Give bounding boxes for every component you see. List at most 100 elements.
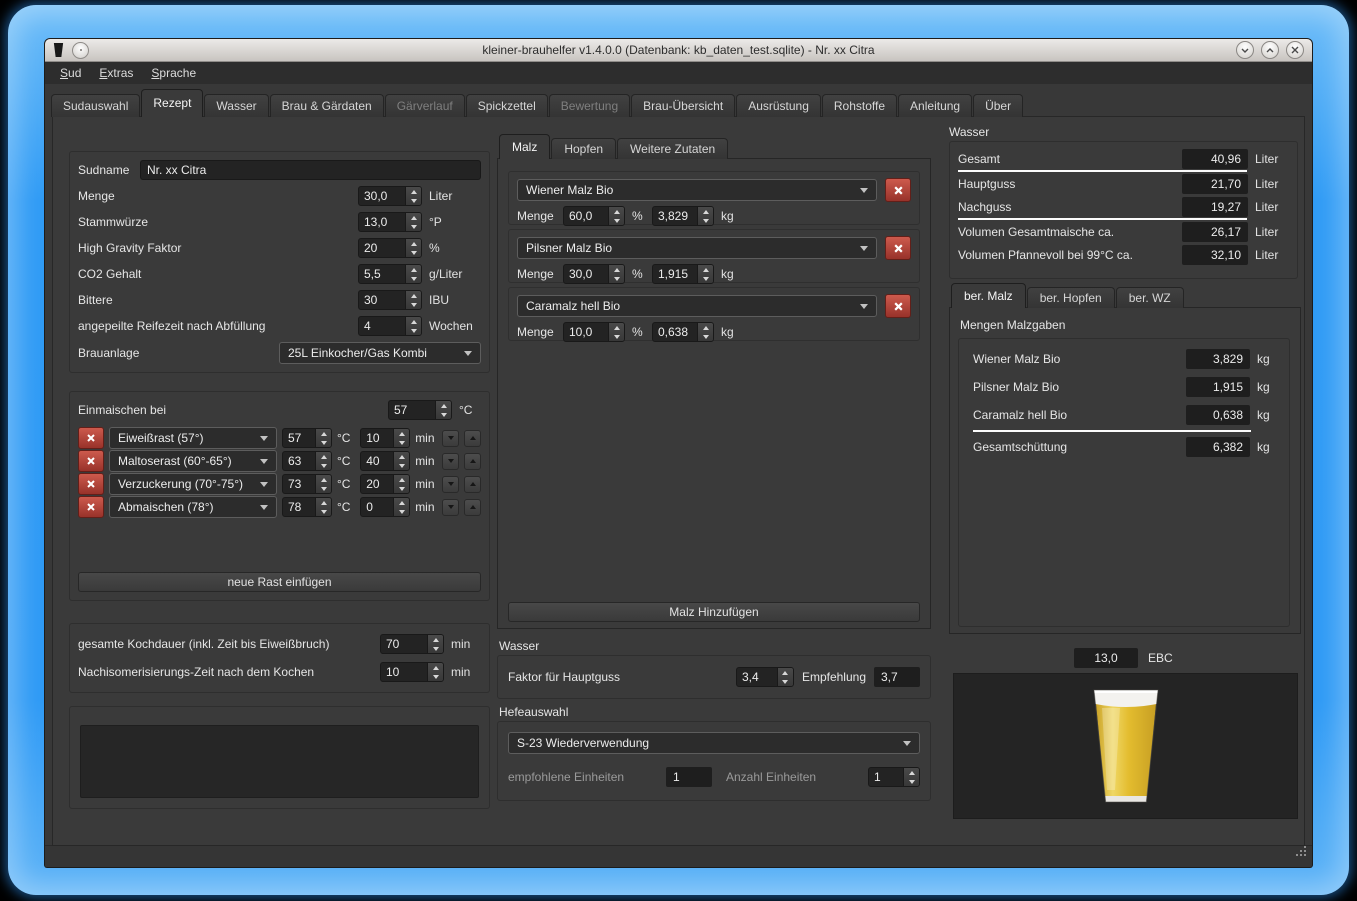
spin-arrows-icon[interactable] [405, 239, 421, 257]
spin-arrows-icon[interactable] [697, 207, 713, 225]
move-rest-up-button[interactable] [464, 499, 481, 516]
spin-arrows-icon[interactable] [697, 265, 713, 283]
rest-temp-spinbox[interactable]: 73 [282, 474, 332, 494]
stammwuerze-spinbox[interactable]: 13,0 [358, 212, 422, 232]
rest-time-spinbox[interactable]: 0 [360, 497, 410, 517]
rest-time-spinbox[interactable]: 40 [360, 451, 410, 471]
rest-temp-spinbox[interactable]: 57 [282, 428, 332, 448]
delete-rest-button[interactable] [78, 473, 104, 495]
menu-sud[interactable]: Sud [51, 62, 90, 84]
menu-sprache[interactable]: Sprache [142, 62, 205, 84]
rest-combobox[interactable]: Verzuckerung (70°-75°) [109, 473, 277, 495]
spin-arrows-icon[interactable] [393, 475, 409, 493]
delete-malt-button[interactable] [885, 178, 911, 202]
tab-ausruestung[interactable]: Ausrüstung [736, 94, 821, 117]
tab-rezept[interactable]: Rezept [141, 89, 203, 117]
move-rest-down-button[interactable] [442, 476, 459, 493]
delete-rest-button[interactable] [78, 427, 104, 449]
spin-arrows-icon[interactable] [777, 668, 793, 686]
tab-ber-malz[interactable]: ber. Malz [951, 283, 1026, 308]
spin-arrows-icon[interactable] [393, 498, 409, 516]
unit-count-spinbox[interactable]: 1 [868, 767, 920, 787]
malt-combobox[interactable]: Pilsner Malz Bio [517, 237, 877, 259]
tab-brau-uebersicht[interactable]: Brau-Übersicht [631, 94, 735, 117]
malt-combobox[interactable]: Caramalz hell Bio [517, 295, 877, 317]
move-rest-down-button[interactable] [442, 453, 459, 470]
malt-kg-spinbox[interactable]: 1,915 [652, 264, 714, 284]
spin-arrows-icon[interactable] [405, 265, 421, 283]
minimize-button[interactable] [1236, 41, 1254, 59]
tab-spickzettel[interactable]: Spickzettel [466, 94, 548, 117]
tab-wasser[interactable]: Wasser [204, 94, 268, 117]
reifezeit-spinbox[interactable]: 4 [358, 316, 422, 336]
sudname-input[interactable] [140, 160, 481, 180]
maximize-button[interactable] [1261, 41, 1279, 59]
malt-kg-spinbox[interactable]: 0,638 [652, 322, 714, 342]
nachiso-spinbox[interactable]: 10 [380, 662, 444, 682]
spin-arrows-icon[interactable] [405, 187, 421, 205]
tab-malz[interactable]: Malz [499, 134, 550, 159]
tab-ber-wz[interactable]: ber. WZ [1116, 287, 1184, 308]
move-rest-up-button[interactable] [464, 476, 481, 493]
rest-temp-spinbox[interactable]: 63 [282, 451, 332, 471]
tab-hopfen[interactable]: Hopfen [551, 138, 616, 159]
spin-arrows-icon[interactable] [405, 317, 421, 335]
faktor-hauptguss-spinbox[interactable]: 3,4 [736, 667, 794, 687]
add-malt-button[interactable]: Malz Hinzufügen [508, 602, 920, 622]
malt-percent-spinbox[interactable]: 30,0 [563, 264, 625, 284]
spin-arrows-icon[interactable] [697, 323, 713, 341]
malt-percent-spinbox[interactable]: 10,0 [563, 322, 625, 342]
delete-rest-button[interactable] [78, 450, 104, 472]
spin-arrows-icon[interactable] [315, 452, 331, 470]
rest-time-spinbox[interactable]: 20 [360, 474, 410, 494]
spin-arrows-icon[interactable] [435, 401, 451, 419]
menge-spinbox[interactable]: 30,0 [358, 186, 422, 206]
spin-arrows-icon[interactable] [903, 768, 919, 786]
delete-malt-button[interactable] [885, 294, 911, 318]
spin-arrows-icon[interactable] [315, 498, 331, 516]
rest-combobox[interactable]: Maltoserast (60°-65°) [109, 450, 277, 472]
spin-arrows-icon[interactable] [405, 291, 421, 309]
spin-arrows-icon[interactable] [393, 452, 409, 470]
tab-sudauswahl[interactable]: Sudauswahl [51, 94, 140, 117]
spin-arrows-icon[interactable] [608, 323, 624, 341]
notes-textarea[interactable] [80, 725, 479, 798]
move-rest-up-button[interactable] [464, 453, 481, 470]
spin-arrows-icon[interactable] [405, 213, 421, 231]
malt-kg-spinbox[interactable]: 3,829 [652, 206, 714, 226]
tab-rohstoffe[interactable]: Rohstoffe [822, 94, 897, 117]
spin-arrows-icon[interactable] [427, 663, 443, 681]
spin-arrows-icon[interactable] [427, 635, 443, 653]
co2-spinbox[interactable]: 5,5 [358, 264, 422, 284]
yeast-combobox[interactable]: S-23 Wiederverwendung [508, 732, 920, 754]
menu-extras[interactable]: Extras [90, 62, 142, 84]
move-rest-down-button[interactable] [442, 430, 459, 447]
rest-combobox[interactable]: Eiweißrast (57°) [109, 427, 277, 449]
rest-temp-spinbox[interactable]: 78 [282, 497, 332, 517]
spin-arrows-icon[interactable] [608, 207, 624, 225]
spin-arrows-icon[interactable] [393, 429, 409, 447]
close-button[interactable] [1286, 41, 1304, 59]
spin-arrows-icon[interactable] [315, 475, 331, 493]
move-rest-up-button[interactable] [464, 430, 481, 447]
tab-anleitung[interactable]: Anleitung [898, 94, 972, 117]
delete-rest-button[interactable] [78, 496, 104, 518]
malt-percent-spinbox[interactable]: 60,0 [563, 206, 625, 226]
spin-arrows-icon[interactable] [315, 429, 331, 447]
tab-weitere-zutaten[interactable]: Weitere Zutaten [617, 138, 728, 159]
kochdauer-spinbox[interactable]: 70 [380, 634, 444, 654]
tab-ber-hopfen[interactable]: ber. Hopfen [1027, 287, 1115, 308]
spin-arrows-icon[interactable] [608, 265, 624, 283]
einmaischen-spinbox[interactable]: 57 [388, 400, 452, 420]
bittere-spinbox[interactable]: 30 [358, 290, 422, 310]
malt-combobox[interactable]: Wiener Malz Bio [517, 179, 877, 201]
window-menu-button[interactable] [72, 42, 89, 59]
resize-grip[interactable] [1294, 845, 1307, 863]
tab-ueber[interactable]: Über [973, 94, 1023, 117]
tab-brau-gaerdaten[interactable]: Brau & Gärdaten [270, 94, 384, 117]
delete-malt-button[interactable] [885, 236, 911, 260]
highgravity-spinbox[interactable]: 20 [358, 238, 422, 258]
rest-combobox[interactable]: Abmaischen (78°) [109, 496, 277, 518]
move-rest-down-button[interactable] [442, 499, 459, 516]
brauanlage-combobox[interactable]: 25L Einkocher/Gas Kombi [279, 342, 481, 364]
